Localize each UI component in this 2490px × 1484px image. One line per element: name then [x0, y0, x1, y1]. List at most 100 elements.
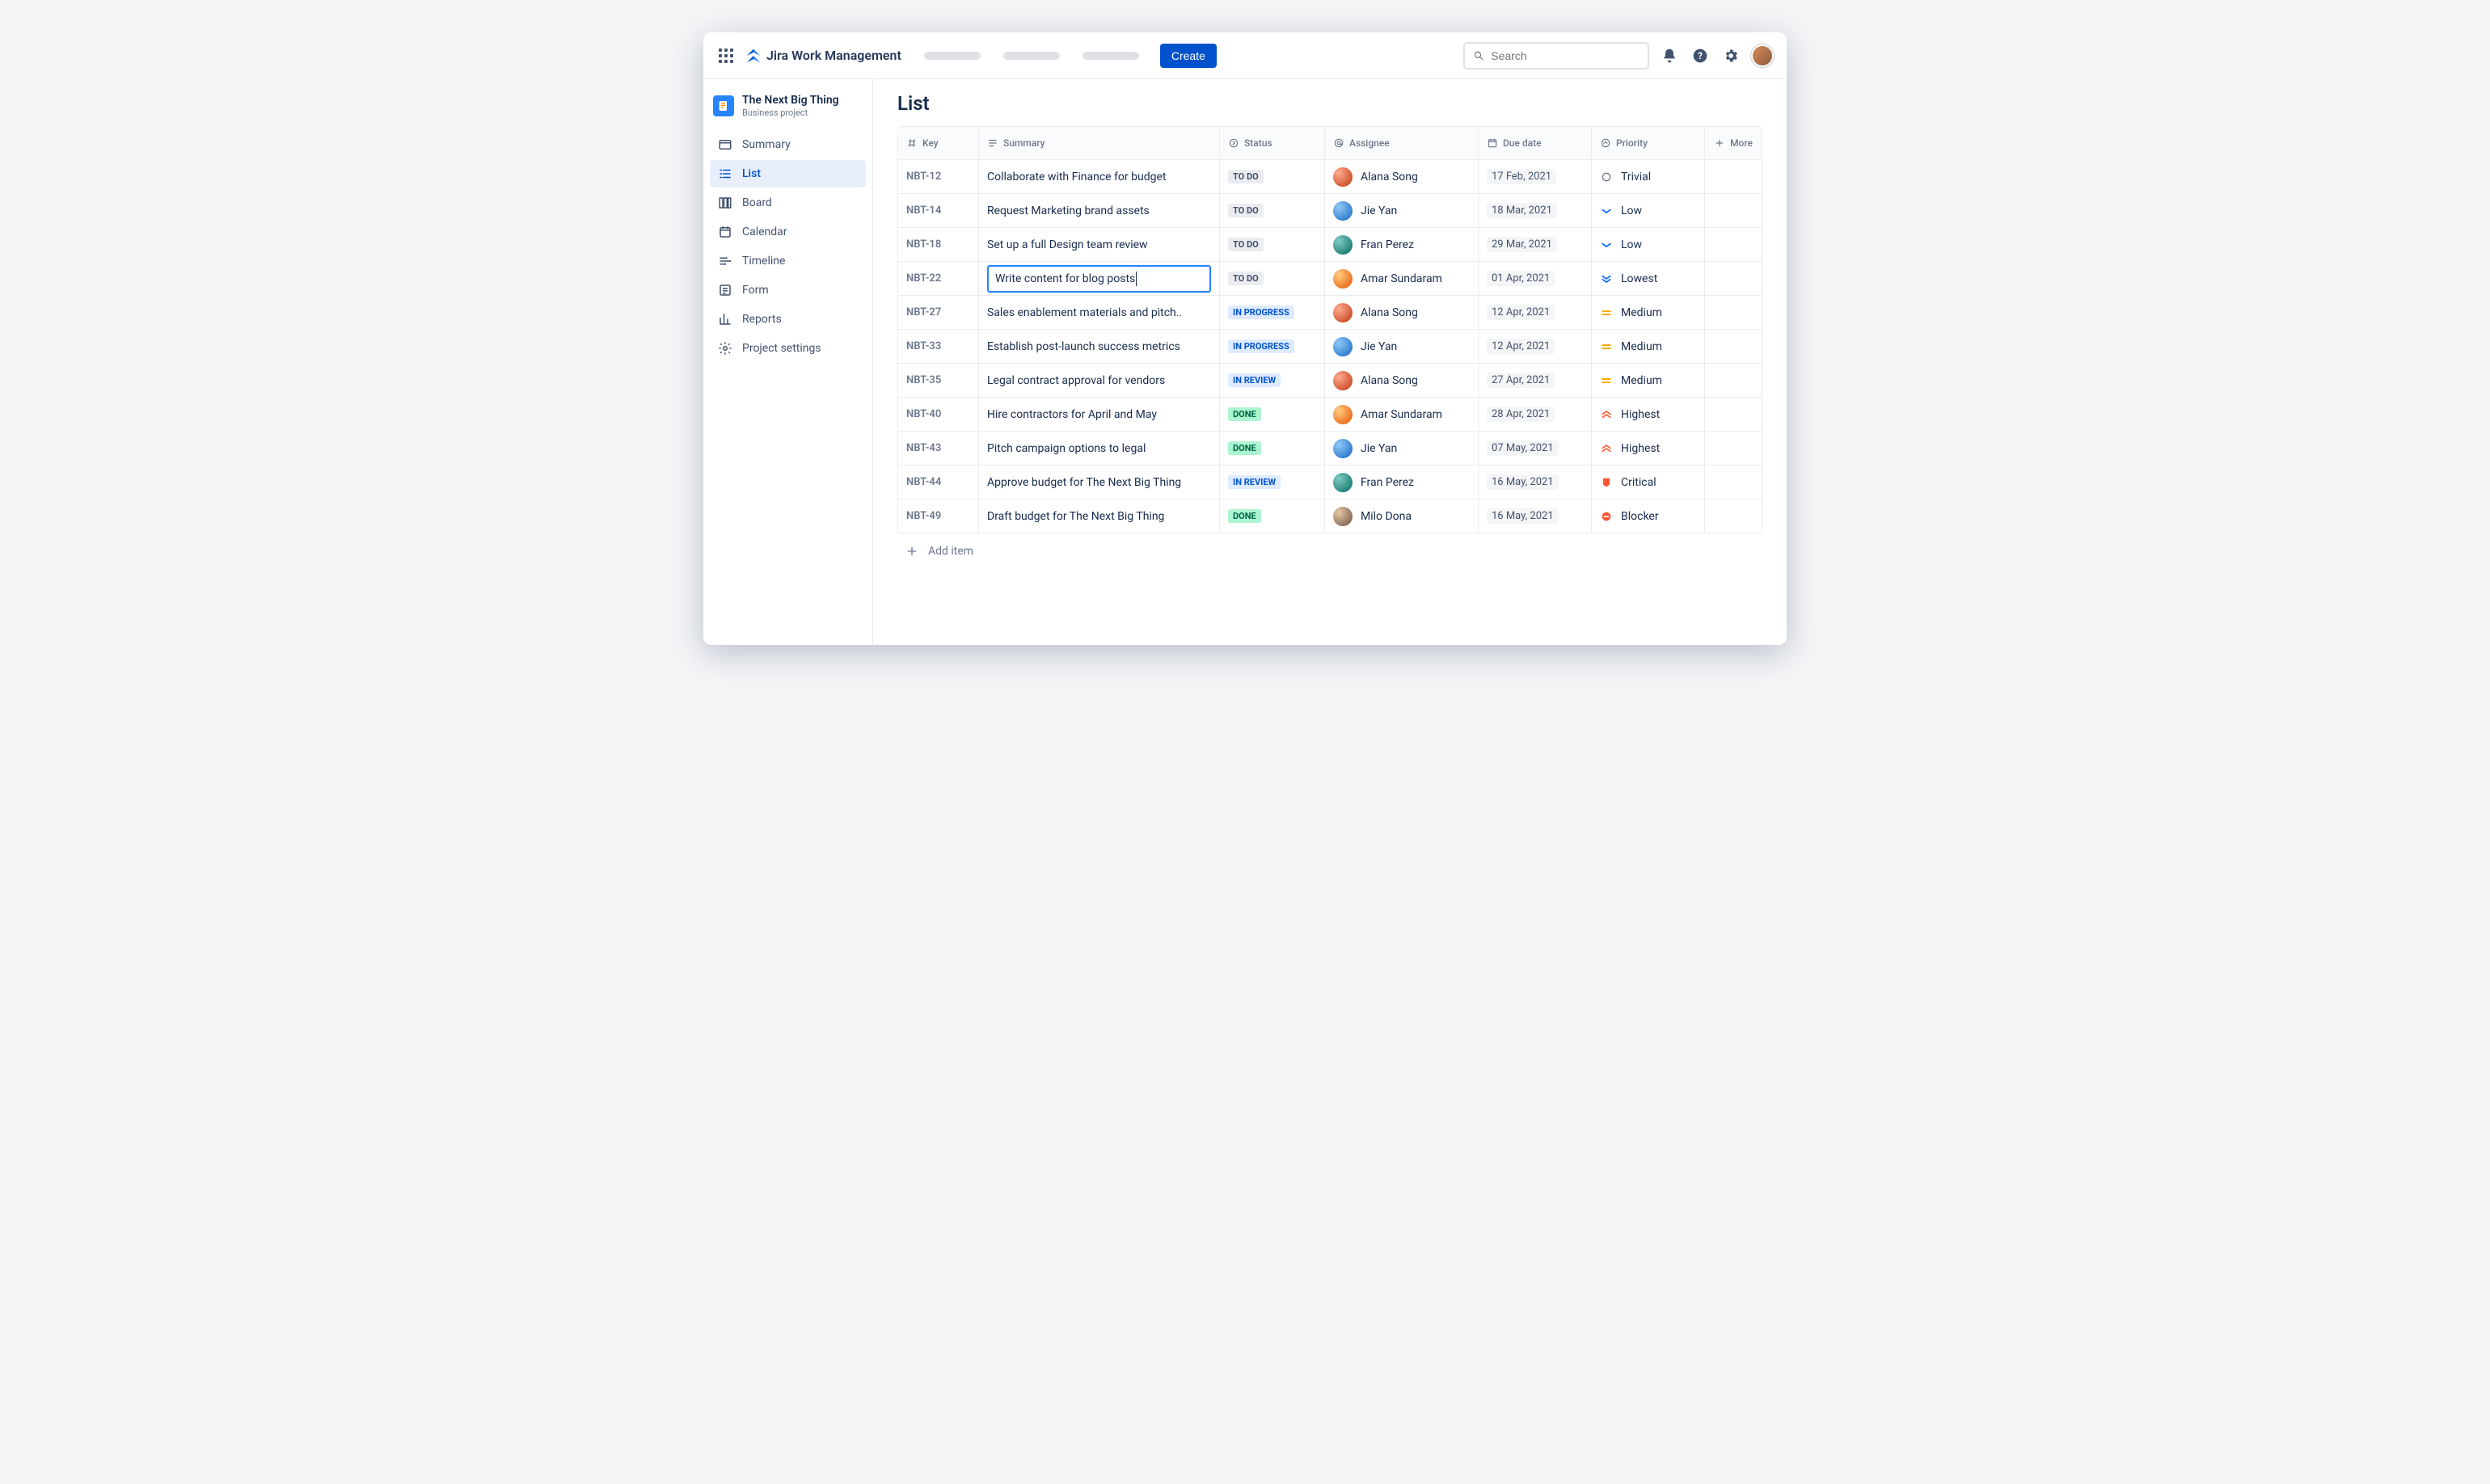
assignee-cell[interactable]: Alana Song — [1325, 160, 1479, 193]
due-date-cell[interactable]: 27 Apr, 2021 — [1479, 364, 1592, 397]
due-date-cell[interactable]: 16 May, 2021 — [1479, 466, 1592, 499]
priority-cell[interactable]: Medium — [1592, 296, 1705, 329]
summary-cell[interactable]: Collaborate with Finance for budget — [979, 160, 1220, 193]
assignee-cell[interactable]: Amar Sundaram — [1325, 398, 1479, 431]
add-item-button[interactable]: Add item — [897, 533, 1762, 569]
summary-cell[interactable]: Draft budget for The Next Big Thing — [979, 500, 1220, 533]
sidebar-item-form[interactable]: Form — [710, 276, 866, 304]
table-row[interactable]: NBT-27 Sales enablement materials and pi… — [898, 295, 1762, 329]
col-header-priority[interactable]: Priority — [1592, 127, 1705, 159]
status-cell[interactable]: IN REVIEW — [1220, 364, 1325, 397]
sidebar-item-list[interactable]: List — [710, 160, 866, 188]
due-date-cell[interactable]: 18 Mar, 2021 — [1479, 194, 1592, 227]
status-cell[interactable]: TO DO — [1220, 262, 1325, 295]
notifications-button[interactable] — [1659, 45, 1680, 66]
col-header-summary[interactable]: Summary — [979, 127, 1220, 159]
priority-cell[interactable]: Trivial — [1592, 160, 1705, 193]
status-cell[interactable]: DONE — [1220, 500, 1325, 533]
due-date-cell[interactable]: 17 Feb, 2021 — [1479, 160, 1592, 193]
sidebar-item-calendar[interactable]: Calendar — [710, 218, 866, 246]
key-cell[interactable]: NBT-22 — [898, 262, 979, 295]
key-cell[interactable]: NBT-35 — [898, 364, 979, 397]
status-cell[interactable]: IN REVIEW — [1220, 466, 1325, 499]
table-row[interactable]: NBT-12 Collaborate with Finance for budg… — [898, 159, 1762, 193]
key-cell[interactable]: NBT-40 — [898, 398, 979, 431]
table-row[interactable]: NBT-22 Write content for blog posts TO D… — [898, 261, 1762, 295]
create-button[interactable]: Create — [1160, 44, 1217, 68]
key-cell[interactable]: NBT-49 — [898, 500, 979, 533]
summary-cell[interactable]: Establish post-launch success metrics — [979, 330, 1220, 363]
col-header-key[interactable]: Key — [898, 127, 979, 159]
more-cell[interactable] — [1705, 296, 1762, 329]
status-cell[interactable]: DONE — [1220, 432, 1325, 465]
priority-cell[interactable]: Low — [1592, 228, 1705, 261]
more-cell[interactable] — [1705, 262, 1762, 295]
table-row[interactable]: NBT-49 Draft budget for The Next Big Thi… — [898, 499, 1762, 533]
assignee-cell[interactable]: Fran Perez — [1325, 466, 1479, 499]
summary-cell[interactable]: Pitch campaign options to legal — [979, 432, 1220, 465]
col-header-due[interactable]: Due date — [1479, 127, 1592, 159]
status-cell[interactable]: DONE — [1220, 398, 1325, 431]
assignee-cell[interactable]: Jie Yan — [1325, 194, 1479, 227]
key-cell[interactable]: NBT-43 — [898, 432, 979, 465]
more-cell[interactable] — [1705, 228, 1762, 261]
key-cell[interactable]: NBT-33 — [898, 330, 979, 363]
table-row[interactable]: NBT-33 Establish post-launch success met… — [898, 329, 1762, 363]
key-cell[interactable]: NBT-12 — [898, 160, 979, 193]
key-cell[interactable]: NBT-18 — [898, 228, 979, 261]
more-cell[interactable] — [1705, 398, 1762, 431]
table-row[interactable]: NBT-44 Approve budget for The Next Big T… — [898, 465, 1762, 499]
assignee-cell[interactable]: Jie Yan — [1325, 432, 1479, 465]
more-cell[interactable] — [1705, 466, 1762, 499]
sidebar-item-settings[interactable]: Project settings — [710, 335, 866, 362]
table-row[interactable]: NBT-14 Request Marketing brand assets TO… — [898, 193, 1762, 227]
col-header-more[interactable]: More — [1705, 127, 1762, 159]
summary-cell-editing[interactable]: Write content for blog posts — [979, 262, 1220, 295]
table-row[interactable]: NBT-35 Legal contract approval for vendo… — [898, 363, 1762, 397]
table-row[interactable]: NBT-18 Set up a full Design team review … — [898, 227, 1762, 261]
key-cell[interactable]: NBT-14 — [898, 194, 979, 227]
profile-avatar[interactable] — [1751, 44, 1774, 67]
due-date-cell[interactable]: 16 May, 2021 — [1479, 500, 1592, 533]
due-date-cell[interactable]: 07 May, 2021 — [1479, 432, 1592, 465]
due-date-cell[interactable]: 01 Apr, 2021 — [1479, 262, 1592, 295]
due-date-cell[interactable]: 12 Apr, 2021 — [1479, 296, 1592, 329]
due-date-cell[interactable]: 12 Apr, 2021 — [1479, 330, 1592, 363]
status-cell[interactable]: IN PROGRESS — [1220, 296, 1325, 329]
help-button[interactable]: ? — [1690, 45, 1711, 66]
more-cell[interactable] — [1705, 500, 1762, 533]
priority-cell[interactable]: Medium — [1592, 330, 1705, 363]
sidebar-item-board[interactable]: Board — [710, 189, 866, 217]
assignee-cell[interactable]: Jie Yan — [1325, 330, 1479, 363]
assignee-cell[interactable]: Amar Sundaram — [1325, 262, 1479, 295]
priority-cell[interactable]: Critical — [1592, 466, 1705, 499]
priority-cell[interactable]: Highest — [1592, 432, 1705, 465]
priority-cell[interactable]: Highest — [1592, 398, 1705, 431]
sidebar-item-timeline[interactable]: Timeline — [710, 247, 866, 275]
summary-cell[interactable]: Sales enablement materials and pitch.. — [979, 296, 1220, 329]
summary-cell[interactable]: Legal contract approval for vendors — [979, 364, 1220, 397]
key-cell[interactable]: NBT-44 — [898, 466, 979, 499]
sidebar-item-summary[interactable]: Summary — [710, 131, 866, 158]
col-header-assignee[interactable]: Assignee — [1325, 127, 1479, 159]
summary-cell[interactable]: Request Marketing brand assets — [979, 194, 1220, 227]
search-box[interactable] — [1463, 42, 1649, 70]
status-cell[interactable]: TO DO — [1220, 228, 1325, 261]
settings-button[interactable] — [1720, 45, 1741, 66]
table-row[interactable]: NBT-40 Hire contractors for April and Ma… — [898, 397, 1762, 431]
product-logo-link[interactable]: Jira Work Management — [745, 48, 901, 64]
project-header[interactable]: The Next Big Thing Business project — [710, 91, 866, 131]
status-cell[interactable]: IN PROGRESS — [1220, 330, 1325, 363]
priority-cell[interactable]: Lowest — [1592, 262, 1705, 295]
search-input[interactable] — [1491, 49, 1640, 62]
more-cell[interactable] — [1705, 194, 1762, 227]
app-switcher-button[interactable] — [716, 46, 736, 65]
more-cell[interactable] — [1705, 160, 1762, 193]
status-cell[interactable]: TO DO — [1220, 194, 1325, 227]
due-date-cell[interactable]: 29 Mar, 2021 — [1479, 228, 1592, 261]
table-row[interactable]: NBT-43 Pitch campaign options to legal D… — [898, 431, 1762, 465]
key-cell[interactable]: NBT-27 — [898, 296, 979, 329]
more-cell[interactable] — [1705, 330, 1762, 363]
status-cell[interactable]: TO DO — [1220, 160, 1325, 193]
assignee-cell[interactable]: Alana Song — [1325, 364, 1479, 397]
